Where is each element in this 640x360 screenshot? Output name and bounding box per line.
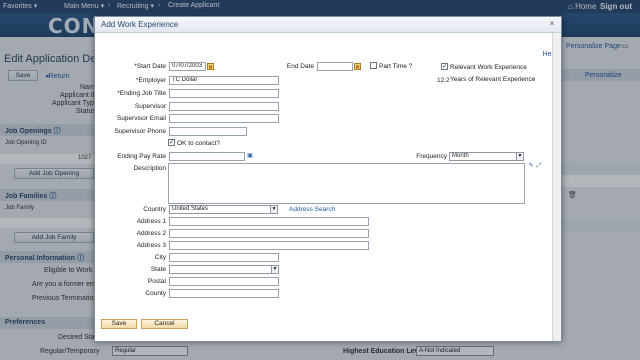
address-search-link[interactable]: Address Search [289, 206, 335, 213]
chevron-down-icon: ▼ [271, 266, 278, 273]
dialog-scrollbar[interactable] [552, 33, 561, 341]
currency-lookup-icon[interactable]: ▣ [246, 153, 254, 160]
ending-job-title-label: Ending Job Title [117, 90, 166, 97]
end-date-input[interactable] [317, 62, 353, 71]
description-textarea[interactable] [168, 163, 525, 204]
country-select[interactable]: United States ▼ [169, 205, 278, 214]
address3-label: Address 3 [136, 242, 166, 249]
calendar-icon[interactable]: ▦ [207, 63, 214, 70]
frequency-value: Month [452, 153, 469, 159]
end-date-label: End Date [286, 63, 314, 70]
employer-label: Employer [136, 77, 166, 84]
start-date-input[interactable]: 07/07/2003 [169, 62, 206, 71]
postal-label: Postal [147, 278, 166, 285]
years-relevant-label: Years of Relevant Experience [450, 76, 536, 83]
frequency-select[interactable]: Month ▼ [449, 152, 524, 161]
supervisor-input[interactable] [169, 102, 279, 111]
ending-job-title-input[interactable] [169, 89, 279, 98]
cancel-button[interactable]: Cancel [141, 319, 188, 329]
employer-input[interactable]: TC Dollar [169, 76, 279, 85]
chevron-down-icon: ▼ [270, 206, 277, 213]
address2-label: Address 2 [136, 230, 166, 237]
close-icon[interactable]: × [547, 19, 557, 29]
expand-icon[interactable]: ⤢ [535, 163, 543, 170]
description-label: Description [133, 165, 166, 172]
employer-label-text: Employer [138, 77, 166, 84]
state-select[interactable]: ▼ [169, 265, 279, 274]
county-label: County [145, 290, 166, 297]
dialog-body: Help Start Date 07/07/2003 ▦ End Date ▦ … [95, 33, 561, 341]
address3-input[interactable] [169, 241, 369, 250]
ending-job-title-label-text: Ending Job Title [119, 90, 166, 97]
spellcheck-icon[interactable]: ✎ [527, 163, 535, 170]
start-date-label-text: Start Date [136, 63, 166, 70]
city-input[interactable] [169, 253, 279, 262]
country-value: United States [172, 206, 209, 212]
state-label: State [150, 266, 166, 273]
supervisor-phone-input[interactable] [169, 127, 247, 136]
country-label: Country [143, 206, 166, 213]
supervisor-email-label: Supervisor Email [116, 115, 166, 122]
address1-label: Address 1 [136, 218, 166, 225]
dialog-header[interactable]: Add Work Experience × [95, 17, 561, 33]
county-input[interactable] [169, 289, 279, 298]
save-button[interactable]: Save [101, 319, 137, 329]
ok-to-contact-label: OK to contact? [177, 140, 220, 147]
relevant-work-checkbox[interactable]: ✓ [441, 63, 448, 70]
chevron-down-icon: ▼ [516, 153, 523, 160]
ending-pay-rate-input[interactable] [169, 152, 245, 161]
frequency-label: Frequency [416, 153, 447, 160]
calendar-icon[interactable]: ▦ [354, 63, 361, 70]
supervisor-label: Supervisor [134, 103, 166, 110]
postal-input[interactable] [169, 277, 279, 286]
address2-input[interactable] [169, 229, 369, 238]
ok-to-contact-checkbox[interactable]: ✓ [168, 139, 175, 146]
supervisor-email-input[interactable] [169, 114, 279, 123]
part-time-label: Part Time ? [379, 63, 413, 70]
part-time-checkbox[interactable] [370, 62, 377, 69]
start-date-label: Start Date [134, 63, 166, 70]
relevant-work-label: Relevant Work Experience [450, 64, 527, 71]
ending-pay-rate-label: Ending Pay Rate [117, 153, 166, 160]
years-relevant-value: 12.2 [437, 77, 450, 84]
supervisor-phone-label: Supervisor Phone [114, 128, 166, 135]
dialog-title: Add Work Experience [101, 20, 179, 29]
address1-input[interactable] [169, 217, 369, 226]
add-work-experience-dialog: Add Work Experience × Help Start Date 07… [94, 16, 562, 342]
city-label: City [154, 254, 166, 261]
